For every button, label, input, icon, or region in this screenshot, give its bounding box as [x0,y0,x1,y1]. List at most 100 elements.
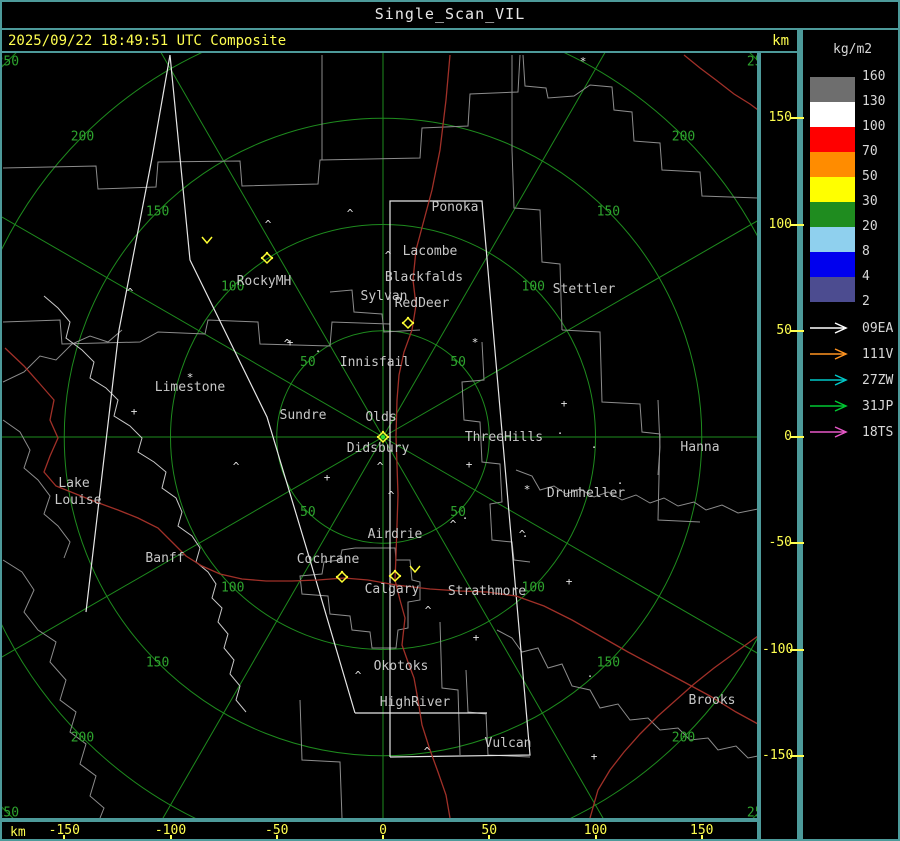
site-label: 09EA [862,320,894,336]
city-label-louise: Louise [55,493,102,508]
legend-divider [797,28,803,841]
ring-label-200: 200 [71,731,94,746]
map-border-top [0,51,803,53]
window-border-left [0,0,2,841]
city-label-strathmore: Strathmore [448,584,526,599]
town-marker-caret: ^ [424,745,431,758]
town-marker-caret: ^ [425,604,432,617]
town-marker-caret: ^ [450,518,457,531]
ring-label-50: 50 [300,505,316,520]
town-marker-caret: ^ [377,460,384,473]
ring-label-100: 100 [221,580,244,595]
town-marker-caret: ^ [265,218,272,231]
ring-label-150: 150 [597,655,620,670]
titlebar-divider [0,28,900,30]
map-layers: 50 505050100 100100100150 150150150200 20020… [0,53,758,818]
legend-unit-label: kg/m2 [833,42,873,57]
legend-tick-label: 160 [862,69,886,84]
county-boundary-0 [2,54,521,190]
town-marker-caret: ^ [355,669,362,682]
city-label-cochrane: Cochrane [297,552,360,567]
ring-label-150: 150 [146,655,169,670]
map-border-bottom [0,818,761,822]
town-marker-plus: + [473,631,480,644]
site-label: 18TS [862,424,894,440]
legend-color-cell-30 [810,202,855,227]
ring-label-50: 50 [450,355,466,370]
legend-color-cell-160 [810,77,855,102]
town-marker-caret: ^ [127,286,134,299]
legend-color-cell-130 [810,102,855,127]
ring-label-200: 200 [71,129,94,144]
radar-site-row-31JP: 31JP [808,396,893,416]
radar-app-window: 50 50 50 50 100 100 100 100 150 150 150 150 200 200 20… [0,0,900,841]
town-marker-dot: . [617,474,624,487]
town-marker-dot: . [315,342,322,355]
ring-label-150: 150 [597,205,620,220]
right-axis-tick [790,117,804,120]
city-label-innisfail: Innisfail [340,355,410,370]
town-marker-caret: ^ [388,489,395,502]
county-boundary-4 [2,319,391,347]
scan-overlay-0 [85,54,171,613]
legend-tick-label: 50 [862,169,878,184]
city-label-ponoka: Ponoka [432,200,479,215]
ring-label-50: 50 [300,355,316,370]
legend-color-cell-70 [810,152,855,177]
legend-tick-label: 30 [862,194,878,209]
legend-tick-label: 100 [862,119,886,134]
town-marker-asterisk: * [580,55,587,68]
legend-color-cell-100 [810,127,855,152]
site-arrow-icon-09EA [810,322,848,334]
town-marker-plus: + [324,471,331,484]
town-marker-dot: . [462,509,469,522]
legend-tick-label: 70 [862,144,878,159]
ring-label-100: 100 [522,280,545,295]
city-label-highriver: HighRiver [380,695,451,710]
ring-label-150: 150 [146,205,169,220]
town-marker-plus: + [466,458,473,471]
city-label-banff: Banff [145,551,184,566]
town-marker-plus: + [561,397,568,410]
radar-site-row-18TS: 18TS [808,422,893,442]
legend-color-cell-50 [810,177,855,202]
range-ring-250km [2,53,758,818]
town-marker-caret: ^ [233,460,240,473]
city-label-hanna: Hanna [680,440,719,455]
radar-site-row-09EA: 09EA [808,318,893,338]
legend-tick-label: 8 [862,244,870,259]
legend-color-cell-4 [810,277,855,302]
county-boundary-11 [439,621,461,756]
city-label-lake: Lake [58,476,89,491]
echo-arrow [201,236,213,245]
town-marker-caret: ^ [385,249,392,262]
town-marker-dot: . [557,424,564,437]
site-label: 31JP [862,398,894,414]
ring-label-200: 200 [672,731,695,746]
site-arrow-icon-31JP [810,400,848,412]
county-boundary-16 [2,329,123,383]
right-axis-tick [790,542,804,545]
legend-tick-label: 2 [862,294,870,309]
county-boundary-14 [2,559,105,818]
radar-site-row-27ZW: 27ZW [808,370,893,390]
site-label: 27ZW [862,372,894,388]
site-arrow-icon-27ZW [810,374,848,386]
right-axis-tick [790,223,804,226]
town-marker-dot: . [591,438,598,451]
city-label-drumheller: Drumheller [547,486,625,501]
city-label-rockymh: RockyMH [237,274,292,289]
ring-label-200: 200 [672,129,695,144]
radar-map-canvas[interactable]: 50 505050100 100100100150 150150150200 20020… [0,0,797,841]
right-axis-tick [790,648,804,651]
site-arrow-icon-111V [810,348,848,360]
town-marker-asterisk: * [187,371,194,384]
city-label-calgary: Calgary [365,582,420,597]
town-marker-plus: + [131,405,138,418]
ring-label-250: 250 [0,54,19,69]
legend-tick-label: 4 [862,269,870,284]
county-boundary-2 [522,54,758,199]
city-label-vulcan: Vulcan [485,736,532,751]
legend-tick-label: 130 [862,94,886,109]
town-marker-dot: . [522,527,529,540]
